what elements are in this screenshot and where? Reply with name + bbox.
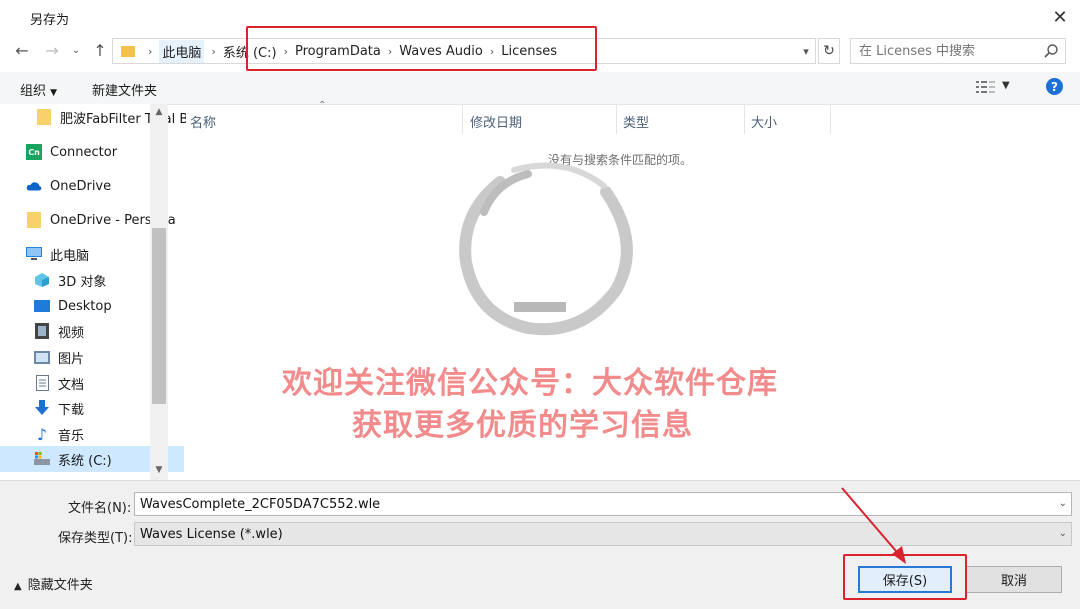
sidebar-item-label: 音乐 <box>58 428 85 444</box>
sidebar-scroll-thumb[interactable] <box>152 228 166 404</box>
chevron-up-icon: ▲ <box>14 581 22 592</box>
annotation-arrow <box>841 487 906 564</box>
folder-icon <box>121 45 135 57</box>
drive-icon <box>34 451 50 467</box>
window-title: 另存为 <box>30 13 70 28</box>
sidebar-item-label: 此电脑 <box>50 248 90 264</box>
chevron-right-icon[interactable]: › <box>211 45 215 58</box>
cube-icon <box>34 272 50 288</box>
command-toolbar <box>0 72 1080 105</box>
address-dropdown-icon[interactable]: ▾ <box>798 40 814 62</box>
sidebar-item-label: 图片 <box>58 351 85 367</box>
sidebar-item-label: Desktop <box>58 298 112 314</box>
hide-folders-label: 隐藏文件夹 <box>27 578 93 593</box>
navigation-pane: 肥波FabFilter Total Bundle Cn Connector On… <box>0 104 186 480</box>
sidebar-item-label: 系统 (C:) <box>58 453 112 469</box>
computer-icon <box>26 246 42 262</box>
watermark-line-1: 欢迎关注微信公众号：大众软件仓库 <box>282 366 778 401</box>
chevron-down-icon[interactable]: ⌄ <box>1059 528 1067 539</box>
sidebar-item-label: 文档 <box>58 377 85 393</box>
organize-label: 组织 <box>20 84 47 99</box>
column-divider[interactable] <box>462 104 463 134</box>
sort-up-icon: ⌃ <box>318 100 327 111</box>
download-icon <box>34 400 50 416</box>
column-divider[interactable] <box>616 104 617 134</box>
view-dropdown-icon[interactable]: ▼ <box>1002 80 1010 91</box>
column-divider[interactable] <box>744 104 745 134</box>
sidebar-item-label: OneDrive <box>50 178 112 194</box>
connector-app-icon: Cn <box>26 144 42 160</box>
new-folder-button[interactable]: 新建文件夹 <box>92 80 157 99</box>
column-name[interactable]: 名称 <box>190 112 216 131</box>
document-icon <box>34 375 50 391</box>
column-size[interactable]: 大小 <box>751 112 777 131</box>
watermark-line-2: 获取更多优质的学习信息 <box>352 408 693 443</box>
desktop-icon <box>34 298 50 314</box>
column-date-modified[interactable]: 修改日期 <box>470 112 522 131</box>
folder-icon <box>36 109 52 125</box>
scroll-up-icon[interactable]: ▲ <box>150 104 168 120</box>
filetype-label: 保存类型(T): <box>58 531 133 546</box>
help-icon[interactable]: ? <box>1046 78 1063 95</box>
music-icon: ♪ <box>36 424 48 444</box>
highlight-box-address <box>246 26 597 71</box>
search-icon[interactable] <box>1043 43 1059 59</box>
filename-field[interactable]: ⌄ <box>134 492 1072 516</box>
chevron-right-icon[interactable]: › <box>148 45 152 58</box>
filetype-select[interactable]: Waves License (*.wle) ⌄ <box>134 522 1072 546</box>
column-divider[interactable] <box>830 104 831 134</box>
filename-label: 文件名(N): <box>68 501 132 516</box>
watermark-logo <box>459 162 633 336</box>
hide-folders-toggle[interactable]: ▲ 隐藏文件夹 <box>14 574 93 593</box>
picture-icon <box>34 349 50 365</box>
organize-menu-button[interactable]: 组织 ▼ <box>20 80 57 99</box>
search-input[interactable] <box>851 42 1041 60</box>
chevron-down-icon[interactable]: ⌄ <box>1059 498 1067 509</box>
column-type[interactable]: 类型 <box>623 112 649 131</box>
cancel-button[interactable]: 取消 <box>966 566 1062 593</box>
sidebar-item-label: 视频 <box>58 325 85 341</box>
column-headers: 名称 修改日期 类型 大小 <box>168 104 1080 134</box>
forward-arrow-icon[interactable]: → <box>40 38 64 62</box>
scroll-down-icon[interactable]: ▼ <box>150 462 168 478</box>
sidebar-item-label: 下载 <box>58 402 85 418</box>
back-arrow-icon[interactable]: ← <box>10 38 34 62</box>
sidebar-item-label: 3D 对象 <box>58 274 107 290</box>
video-icon <box>34 323 50 339</box>
breadcrumb-this-pc[interactable]: 此电脑 <box>159 39 205 63</box>
chevron-down-icon: ▼ <box>50 88 58 98</box>
recent-locations-chevron-icon[interactable]: ⌄ <box>64 38 88 62</box>
search-box[interactable] <box>850 38 1066 64</box>
filetype-value: Waves License (*.wle) <box>140 526 283 542</box>
cloud-icon <box>26 178 42 194</box>
folder-icon <box>26 212 42 228</box>
up-arrow-icon[interactable]: ↑ <box>88 38 112 62</box>
close-icon[interactable]: ✕ <box>1046 4 1074 30</box>
sidebar-item-label: Connector <box>50 144 118 160</box>
refresh-icon[interactable]: ↻ <box>818 38 840 64</box>
view-options-icon[interactable] <box>976 80 996 94</box>
